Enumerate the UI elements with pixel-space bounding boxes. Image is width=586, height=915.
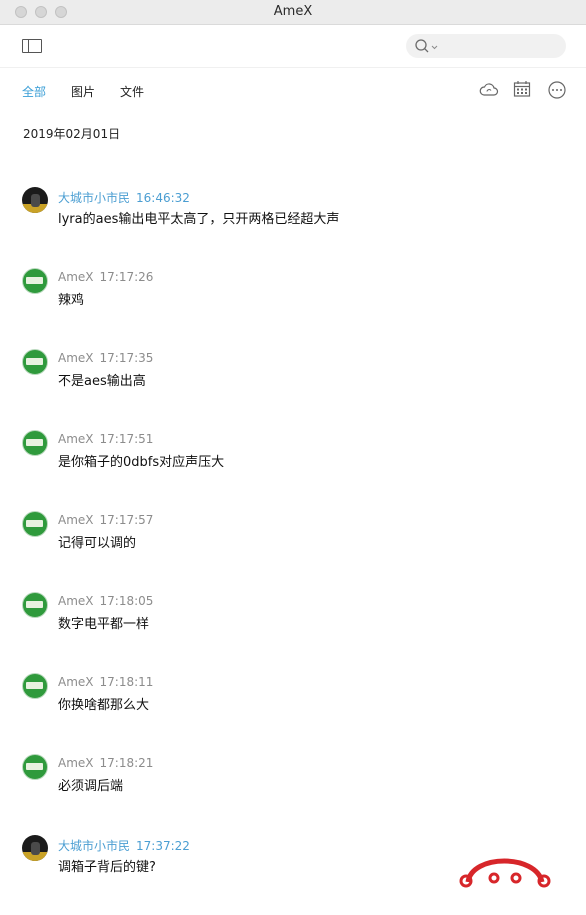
message-text: 不是aes输出高 [58, 374, 146, 389]
toolbar [0, 25, 586, 68]
search-icon [415, 39, 438, 53]
cloud-sync-icon[interactable] [479, 80, 499, 100]
message-text: 必须调后端 [58, 779, 124, 794]
avatar[interactable] [22, 268, 48, 294]
sender-name[interactable]: AmeX [58, 675, 94, 689]
message-meta: 大城市小市民 16:46:32 [58, 189, 190, 206]
avatar[interactable] [22, 592, 48, 618]
sidebar-toggle-icon[interactable] [22, 39, 42, 53]
sender-name[interactable]: AmeX [58, 351, 94, 365]
message-text: 数字电平都一样 [58, 617, 150, 632]
message-time: 17:17:57 [99, 513, 154, 527]
avatar[interactable] [22, 187, 48, 213]
avatar[interactable] [22, 430, 48, 456]
app-logo [459, 858, 551, 888]
message-item[interactable]: AmeX 17:18:21 必须调后端 [0, 754, 586, 814]
message-text: 辣鸡 [58, 293, 85, 308]
sender-name[interactable]: AmeX [58, 594, 94, 608]
message-item[interactable]: AmeX 17:17:26 辣鸡 [0, 268, 586, 328]
filter-tabs: 全部 图片 文件 [0, 67, 586, 113]
message-text: 你换啥都那么大 [58, 698, 150, 713]
message-time: 17:18:21 [99, 756, 154, 770]
message-item[interactable]: AmeX 17:17:35 不是aes输出高 [0, 349, 586, 409]
message-time: 16:46:32 [136, 191, 190, 205]
message-meta: AmeX 17:18:05 [58, 594, 153, 608]
message-time: 17:17:26 [99, 270, 154, 284]
message-time: 17:17:51 [99, 432, 154, 446]
avatar[interactable] [22, 754, 48, 780]
message-meta: AmeX 17:17:51 [58, 432, 153, 446]
message-meta: AmeX 17:17:57 [58, 513, 153, 527]
message-meta: AmeX 17:17:26 [58, 270, 153, 284]
avatar[interactable] [22, 511, 48, 537]
window-title: AmeX [273, 4, 313, 19]
message-meta: AmeX 17:17:35 [58, 351, 153, 365]
message-meta: AmeX 17:18:11 [58, 675, 153, 689]
search-field[interactable] [406, 34, 566, 58]
message-time: 17:18:05 [99, 594, 154, 608]
message-item[interactable]: AmeX 17:17:51 是你箱子的0dbfs对应声压大 [0, 430, 586, 490]
sender-name[interactable]: 大城市小市民 [58, 839, 130, 853]
sender-name[interactable]: AmeX [58, 513, 94, 527]
calendar-icon[interactable] [513, 80, 531, 98]
message-text: 调箱子背后的键? [58, 860, 156, 875]
message-meta: AmeX 17:18:21 [58, 756, 153, 770]
avatar[interactable] [22, 835, 48, 861]
date-header: 2019年02月01日 [23, 127, 121, 141]
message-time: 17:17:35 [99, 351, 154, 365]
message-item[interactable]: AmeX 17:17:57 记得可以调的 [0, 511, 586, 571]
tab-files[interactable]: 文件 [120, 83, 144, 100]
message-time: 17:18:11 [99, 675, 154, 689]
message-item[interactable]: AmeX 17:18:11 你换啥都那么大 [0, 673, 586, 733]
message-text: lyra的aes输出电平太高了，只开两格已经超大声 [58, 212, 340, 227]
sender-name[interactable]: AmeX [58, 432, 94, 446]
message-time: 17:37:22 [136, 839, 190, 853]
more-icon[interactable] [547, 80, 567, 100]
title-bar: AmeX [0, 0, 586, 25]
tab-all[interactable]: 全部 [22, 83, 46, 100]
sender-name[interactable]: AmeX [58, 756, 94, 770]
avatar[interactable] [22, 349, 48, 375]
avatar[interactable] [22, 673, 48, 699]
message-item[interactable]: AmeX 17:18:05 数字电平都一样 [0, 592, 586, 652]
message-text: 是你箱子的0dbfs对应声压大 [58, 455, 225, 470]
message-text: 记得可以调的 [58, 536, 137, 551]
sender-name[interactable]: 大城市小市民 [58, 191, 130, 205]
message-meta: 大城市小市民 17:37:22 [58, 837, 190, 854]
message-item[interactable]: 大城市小市民 16:46:32 lyra的aes输出电平太高了，只开两格已经超大声 [0, 187, 586, 247]
tab-images[interactable]: 图片 [71, 83, 95, 100]
sender-name[interactable]: AmeX [58, 270, 94, 284]
